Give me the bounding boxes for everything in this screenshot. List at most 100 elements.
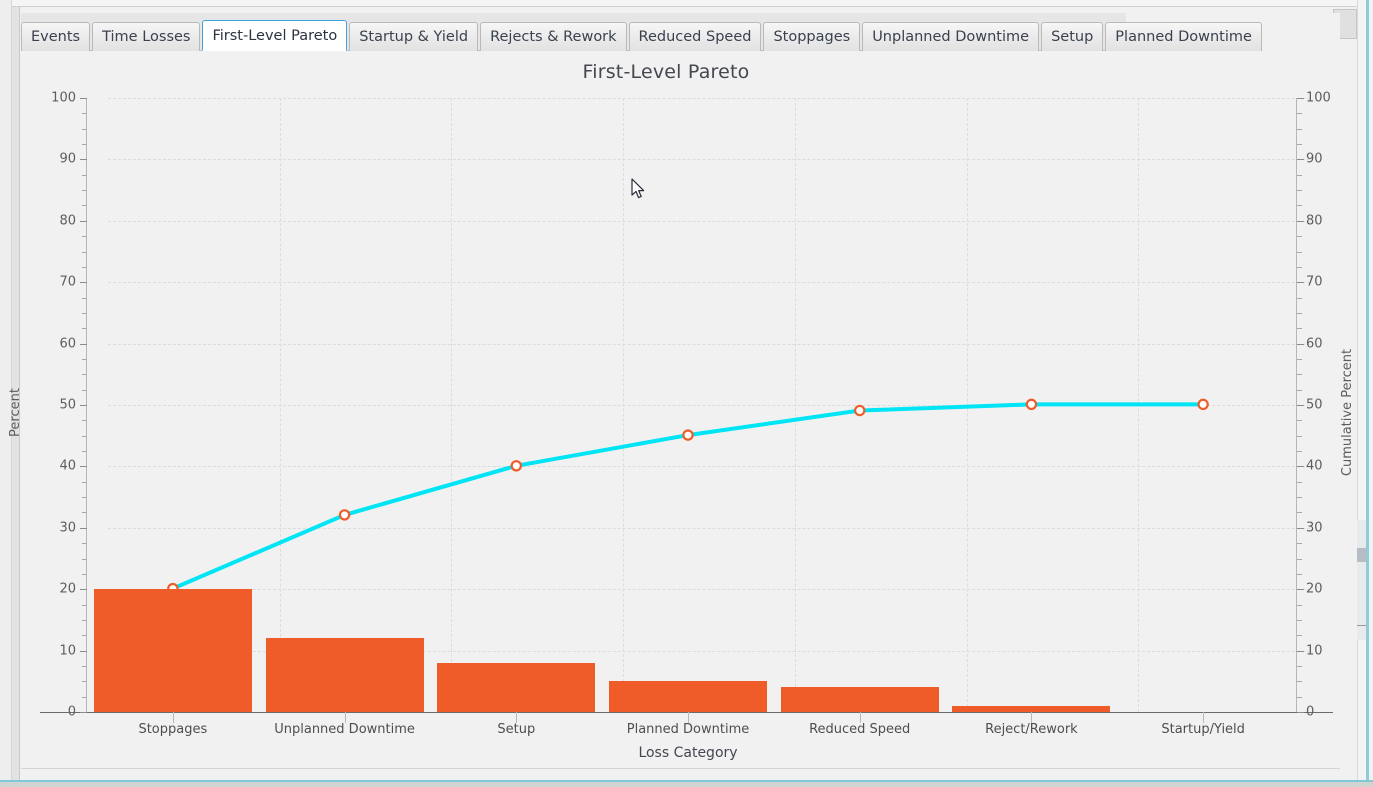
x-axis-title: Loss Category — [638, 745, 738, 761]
y-axis-tick-minor — [82, 251, 87, 253]
plot-area — [108, 98, 1310, 712]
bar[interactable] — [437, 662, 596, 712]
x-axis-tick-label: Reduced Speed — [809, 722, 911, 737]
gridline-horizontal — [108, 220, 1310, 222]
bar[interactable] — [780, 687, 939, 712]
tab-events[interactable]: Events — [21, 22, 91, 51]
y-axis-tick-minor — [82, 435, 87, 437]
y2-axis-tick-minor — [1297, 558, 1302, 560]
y2-axis-tick-label-right: 80 — [1306, 213, 1323, 229]
y2-axis-tick-minor — [1297, 144, 1302, 146]
y2-axis-tick-minor — [1297, 128, 1302, 130]
y-axis-tick-major — [80, 220, 87, 222]
tab-planned-downtime[interactable]: Planned Downtime — [1105, 22, 1262, 51]
bar[interactable] — [265, 638, 424, 712]
y2-axis-tick-label-right: 50 — [1306, 397, 1323, 413]
y2-axis-tick-minor — [1297, 451, 1302, 453]
y-axis-tick-minor — [82, 681, 87, 683]
y2-axis-tick-minor — [1297, 573, 1302, 575]
bar[interactable] — [952, 705, 1111, 712]
tab-first-level-pareto[interactable]: First-Level Pareto — [202, 20, 348, 51]
bar[interactable] — [609, 681, 767, 712]
y-axis-tick-label-left: 70 — [59, 274, 76, 290]
x-axis-tick-label: Unplanned Downtime — [274, 722, 415, 737]
y-axis-tick-minor — [82, 573, 87, 575]
y2-axis-tick-minor — [1297, 266, 1302, 268]
tab-label: Time Losses — [102, 29, 191, 45]
y2-axis-tick-minor — [1297, 497, 1302, 499]
tab-reduced-speed[interactable]: Reduced Speed — [628, 22, 762, 51]
y-axis-tick-major — [80, 405, 87, 406]
tab-label: Events — [31, 29, 81, 45]
tab-rejects-rework[interactable]: Rejects & Rework — [480, 22, 627, 51]
gridline-vertical — [623, 98, 625, 712]
y2-axis-tick-label-right: 10 — [1306, 643, 1323, 659]
y2-axis-tick-minor — [1297, 312, 1302, 314]
gridline-horizontal — [108, 466, 1310, 468]
y-axis-tick-label-left: 90 — [59, 151, 76, 167]
x-axis-tick-label: Stoppages — [138, 722, 208, 737]
bar[interactable] — [93, 588, 252, 712]
arrow-cursor — [631, 178, 645, 199]
y2-axis-tick-major — [1297, 589, 1304, 591]
y2-axis-tick-minor — [1297, 389, 1302, 391]
tab-stoppages[interactable]: Stoppages — [763, 22, 861, 51]
y-axis-tick-label-left: 30 — [59, 520, 76, 536]
y-axis-tick-minor — [82, 451, 87, 453]
y2-axis-tick-minor — [1297, 543, 1302, 545]
window-top-strip — [0, 0, 1373, 7]
x-axis-tick-label: Setup — [497, 722, 536, 737]
y2-axis-tick-label-right: 60 — [1306, 336, 1323, 352]
y-axis-tick-minor — [82, 113, 87, 115]
y2-axis-tick-major — [1297, 405, 1304, 406]
tab-label: Planned Downtime — [1115, 29, 1252, 45]
y2-axis-tick-minor — [1297, 374, 1302, 376]
gridline-horizontal — [108, 282, 1310, 284]
y2-axis-tick-minor — [1297, 420, 1302, 422]
x-axis-tick-label: Reject/Rework — [985, 722, 1078, 737]
tab-startup-yield[interactable]: Startup & Yield — [349, 22, 479, 51]
y-axis-tick-major — [80, 466, 87, 468]
gridline-vertical — [1138, 98, 1140, 712]
gridline-vertical — [279, 98, 281, 712]
y2-axis-tick-label-right: 40 — [1306, 458, 1323, 474]
tab-list: Events Time Losses First-Level Pareto Start… — [21, 17, 1264, 51]
gridline-horizontal — [108, 98, 1310, 99]
y-axis-tick-minor — [82, 635, 87, 637]
y-axis-tick-major — [80, 282, 87, 284]
y2-axis-tick-minor — [1297, 604, 1302, 606]
tab-time-losses[interactable]: Time Losses — [92, 22, 201, 51]
y-axis-tick-major — [80, 159, 87, 161]
tab-unplanned-downtime[interactable]: Unplanned Downtime — [862, 22, 1040, 51]
y-axis-tick-label-left: 0 — [67, 704, 76, 720]
y-axis-tick-label-left: 20 — [59, 581, 76, 597]
y-axis-tick-minor — [82, 696, 87, 698]
gridline-vertical — [794, 98, 796, 712]
y2-axis-tick-minor — [1297, 681, 1302, 683]
y-axis-tick-label-left: 50 — [59, 397, 76, 413]
y2-axis-tick-major — [1297, 343, 1304, 345]
y2-axis-tick-minor — [1297, 328, 1302, 330]
tab-setup[interactable]: Setup — [1041, 22, 1104, 51]
x-axis-tick-label: Startup/Yield — [1161, 722, 1245, 737]
gridline-horizontal — [108, 527, 1310, 529]
y-axis-tick-major — [80, 712, 87, 713]
y-axis-tick-minor — [82, 174, 87, 176]
vertical-scrollbar-thumb[interactable] — [1357, 548, 1366, 562]
vertical-scrollbar-track[interactable] — [1357, 520, 1366, 640]
y-axis-tick-minor — [82, 619, 87, 621]
window-right-pad — [1369, 0, 1373, 781]
y-axis-tick-minor — [82, 512, 87, 514]
tab-bar: Events Time Losses First-Level Pareto Start… — [21, 13, 1340, 51]
y2-axis-tick-major — [1297, 712, 1304, 713]
y-axis-tick-minor — [82, 297, 87, 299]
y2-axis-tick-minor — [1297, 358, 1302, 360]
y2-axis-tick-label-right: 30 — [1306, 520, 1323, 536]
y2-axis-tick-minor — [1297, 665, 1302, 667]
tab-label: Rejects & Rework — [490, 29, 617, 45]
y-axis-tick-minor — [82, 328, 87, 330]
y-axis-tick-minor — [82, 190, 87, 192]
y-axis-tick-major — [80, 589, 87, 591]
y2-axis-tick-major — [1297, 159, 1304, 161]
y2-axis-tick-minor — [1297, 512, 1302, 514]
